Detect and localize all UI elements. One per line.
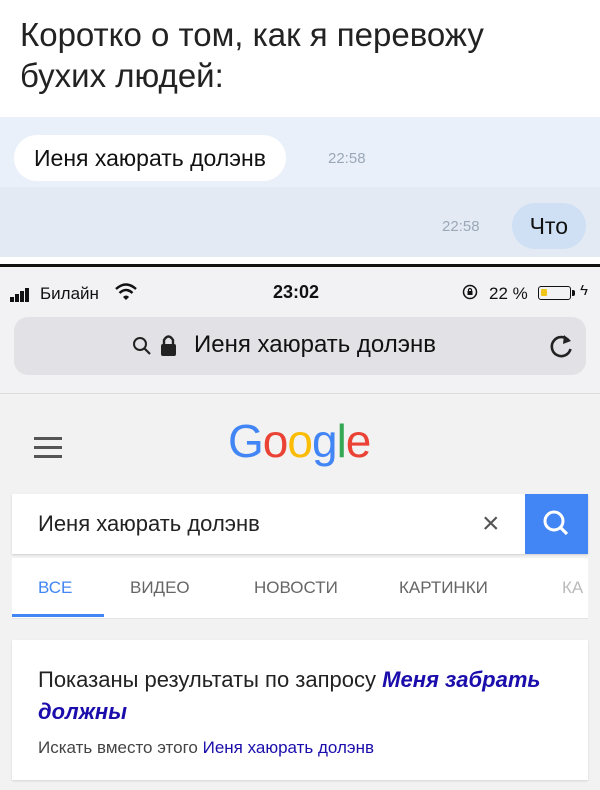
menu-icon[interactable] [34,437,62,459]
search-tabs: ВСЕ ВИДЕО НОВОСТИ КАРТИНКИ КА [12,558,588,619]
logo-letter: g [311,415,338,467]
search-input[interactable]: Иеня хаюрать долэнв [38,511,260,537]
lock-icon [161,335,176,356]
address-text: Иеня хаюрать долэнв [194,331,437,358]
search-instead-text: Искать вместо этого Иеня хаюрать долэнв [38,738,374,758]
tab-all[interactable]: ВСЕ [38,578,72,598]
rotation-lock-icon [462,284,478,300]
showing-prefix: Показаны результаты по запросу [38,667,383,692]
battery-tip [572,290,575,296]
logo-letter: G [228,415,264,467]
google-logo: Google [228,414,372,468]
clear-search-icon[interactable]: × [482,507,500,541]
reload-icon[interactable] [547,331,575,361]
chat-row-outgoing: 22:58 Что [0,187,600,257]
phone-screenshot: Билайн 23:02 22 % ϟ Иеня хаюрать долэнв [0,267,600,790]
battery-icon [538,286,571,300]
chat-screenshot: Иеня хаюрать долэнв 22:58 22:58 Что [0,117,600,257]
tab-images[interactable]: КАРТИНКИ [399,578,488,598]
charging-icon: ϟ [580,282,588,299]
tab-maps[interactable]: КА [562,578,588,598]
tab-news[interactable]: НОВОСТИ [254,578,338,598]
active-tab-indicator [12,614,104,617]
search-icon [543,510,569,536]
wifi-icon [115,283,137,300]
caption-line-2: бухих людей: [20,57,224,94]
incoming-message-time: 22:58 [328,150,366,167]
search-icon [133,337,151,355]
google-page: Google Иеня хаюрать долэнв × ВСЕ ВИДЕО Н… [0,393,600,790]
search-box[interactable]: Иеня хаюрать долэнв × [12,494,588,554]
spelling-correction-card: Показаны результаты по запросу Меня забр… [12,640,588,780]
logo-letter: l [336,415,347,467]
outgoing-message-time: 22:58 [442,218,480,235]
status-time: 23:02 [273,282,320,302]
instead-prefix: Искать вместо этого [38,738,203,757]
original-query-link[interactable]: Иеня хаюрать долэнв [203,738,374,757]
status-bar: Билайн 23:02 22 % ϟ [0,267,600,311]
address-bar[interactable]: Иеня хаюрать долэнв [14,317,586,375]
carrier-name: Билайн [40,284,99,303]
battery-level [541,289,547,296]
battery-percent: 22 % [489,284,528,303]
caption-line-1: Коротко о том, как я перевожу [20,16,484,53]
outgoing-message-bubble: Что [511,203,586,249]
logo-letter: o [287,415,313,467]
signal-icon [10,288,34,302]
search-button[interactable] [525,494,588,554]
showing-results-text: Показаны результаты по запросу Меня забр… [38,664,558,728]
logo-letter: e [345,415,372,467]
tab-video[interactable]: ВИДЕО [130,578,190,598]
caption: Коротко о том, как я перевожу бухих люде… [20,14,590,96]
incoming-message-bubble: Иеня хаюрать долэнв [14,135,286,181]
chat-row-incoming: Иеня хаюрать долэнв 22:58 [0,117,600,187]
logo-letter: o [262,415,289,467]
